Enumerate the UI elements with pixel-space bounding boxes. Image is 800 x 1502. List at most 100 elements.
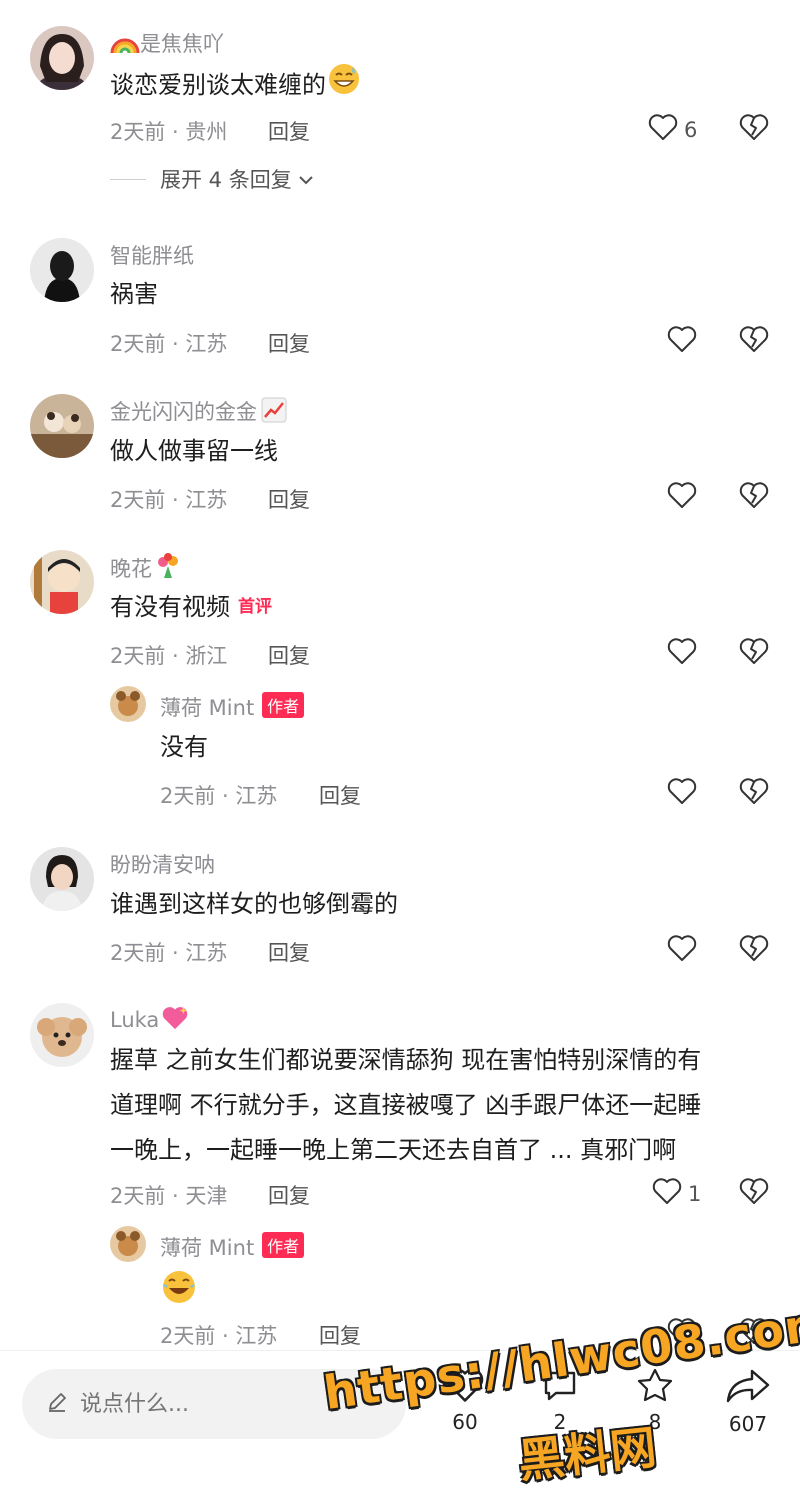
comment-text-line: 道理啊 不行就分手，这直接被嘎了 凶手跟尸体还一起睡 xyxy=(110,1091,702,1119)
avatar[interactable] xyxy=(30,847,94,911)
share-video-count: 607 xyxy=(728,1412,768,1436)
time-location: 2天前 · 浙江 xyxy=(110,644,228,668)
favorite-video-count: 8 xyxy=(648,1410,662,1434)
crying-laughing-emoji-icon xyxy=(160,1268,198,1310)
reply-button[interactable]: 回复 xyxy=(268,1180,310,1210)
broken-heart-icon xyxy=(739,778,769,809)
like-button[interactable]: 6 xyxy=(648,113,697,146)
time-location: 2天前 · 天津 xyxy=(110,1184,228,1208)
heart-icon xyxy=(667,934,697,967)
comment-text-content: 谈恋爱别谈太难缠的 xyxy=(110,71,326,99)
like-video-count: 60 xyxy=(452,1410,478,1434)
dislike-button[interactable] xyxy=(739,481,769,513)
share-video-button[interactable]: 607 xyxy=(713,1367,783,1436)
avatar[interactable] xyxy=(30,394,94,458)
broken-heart-icon xyxy=(739,1318,769,1349)
comment-input-box[interactable] xyxy=(22,1369,406,1439)
broken-heart-icon xyxy=(739,326,769,357)
reply-avatar[interactable] xyxy=(110,686,146,722)
comment-video-count: 2 xyxy=(553,1410,567,1434)
heart-icon xyxy=(667,1317,697,1350)
dislike-button[interactable] xyxy=(739,777,769,809)
comment-text-line: 握草 之前女生们都说要深情舔狗 现在害怕特别深情的有 xyxy=(110,1046,702,1074)
time-location: 2天前 · 江苏 xyxy=(110,941,228,965)
avatar[interactable] xyxy=(30,238,94,302)
like-count: 1 xyxy=(688,1181,702,1206)
username[interactable]: 智能胖纸 xyxy=(110,240,194,270)
dislike-button[interactable] xyxy=(739,325,769,357)
broken-heart-icon xyxy=(739,114,769,145)
reply-time-location: 2天前 · 江苏 xyxy=(160,1324,278,1348)
reply-username[interactable]: 薄荷 Mint 作者 xyxy=(160,1232,305,1262)
like-button[interactable] xyxy=(667,637,697,670)
avatar[interactable] xyxy=(30,1003,94,1067)
reply-button[interactable]: 回复 xyxy=(319,780,361,810)
like-button[interactable]: 1 xyxy=(652,1177,701,1210)
comment-text: 有没有视频 首评 xyxy=(110,585,272,630)
username-text: 是焦焦吖 xyxy=(140,32,224,56)
time-location: 2天前 · 贵州 xyxy=(110,120,228,144)
reply-avatar[interactable] xyxy=(110,1226,146,1262)
reply-username[interactable]: 薄荷 Mint 作者 xyxy=(160,692,305,722)
reply-button[interactable]: 回复 xyxy=(268,328,310,358)
username-text: 金光闪闪的金金 xyxy=(110,400,257,424)
comment-input[interactable] xyxy=(78,1390,382,1418)
username[interactable]: 金光闪闪的金金 xyxy=(110,396,287,428)
expand-label: 展开 4 条回复 xyxy=(160,168,292,192)
first-comment-badge: 首评 xyxy=(238,597,272,617)
dislike-button[interactable] xyxy=(739,934,769,966)
like-button[interactable] xyxy=(667,1317,697,1350)
reply-button[interactable]: 回复 xyxy=(268,484,310,514)
reply-username-text: 薄荷 Mint xyxy=(160,1236,255,1260)
username[interactable]: Luka xyxy=(110,1005,189,1036)
dislike-button[interactable] xyxy=(739,1177,769,1209)
chart-increasing-icon xyxy=(261,397,287,428)
reply-button[interactable]: 回复 xyxy=(268,640,310,670)
comment-text: 祸害 xyxy=(110,280,158,308)
heart-icon xyxy=(652,1177,682,1210)
comment-text: 做人做事留一线 xyxy=(110,437,278,465)
reply-button[interactable]: 回复 xyxy=(268,937,310,967)
like-button[interactable] xyxy=(667,777,697,810)
share-arrow-icon xyxy=(724,1369,772,1410)
broken-heart-icon xyxy=(739,638,769,669)
like-button[interactable] xyxy=(667,934,697,967)
username[interactable]: 是焦焦吖 xyxy=(110,28,224,60)
pencil-icon xyxy=(46,1391,68,1417)
avatar[interactable] xyxy=(30,26,94,90)
heart-icon xyxy=(667,481,697,514)
reply-time-location: 2天前 · 江苏 xyxy=(160,784,278,808)
comment-video-button[interactable]: 2 xyxy=(525,1367,595,1434)
rainbow-icon xyxy=(110,33,140,60)
broken-heart-icon xyxy=(739,1178,769,1209)
comment-text: 谁遇到这样女的也够倒霉的 xyxy=(110,890,398,918)
comment-bubble-icon xyxy=(540,1371,580,1408)
like-video-button[interactable]: 60 xyxy=(430,1367,500,1434)
username[interactable]: 晚花 xyxy=(110,552,182,585)
reply-button[interactable]: 回复 xyxy=(319,1320,361,1350)
avatar[interactable] xyxy=(30,550,94,614)
reply-button[interactable]: 回复 xyxy=(268,116,310,146)
comment-text-content: 有没有视频 xyxy=(110,593,230,621)
username-text: Luka xyxy=(110,1008,160,1032)
divider xyxy=(110,178,146,180)
username[interactable]: 盼盼清安呐 xyxy=(110,849,215,879)
like-button[interactable] xyxy=(667,481,697,514)
chevron-down-icon xyxy=(298,167,314,191)
dislike-button[interactable] xyxy=(739,1317,769,1349)
dislike-button[interactable] xyxy=(739,113,769,145)
reply-text: 没有 xyxy=(160,733,208,761)
like-button[interactable] xyxy=(667,325,697,358)
favorite-video-button[interactable]: 8 xyxy=(620,1367,690,1434)
heart-icon xyxy=(667,637,697,670)
dislike-button[interactable] xyxy=(739,637,769,669)
grin-sweat-emoji-icon xyxy=(326,61,362,112)
heart-icon xyxy=(648,113,678,146)
username-text: 晚花 xyxy=(110,557,152,581)
time-location: 2天前 · 江苏 xyxy=(110,488,228,512)
sparkling-heart-icon xyxy=(161,1005,189,1036)
heart-icon xyxy=(667,777,697,810)
expand-replies-button[interactable]: 展开 4 条回复 xyxy=(110,164,314,194)
broken-heart-icon xyxy=(739,482,769,513)
author-badge: 作者 xyxy=(262,692,305,718)
